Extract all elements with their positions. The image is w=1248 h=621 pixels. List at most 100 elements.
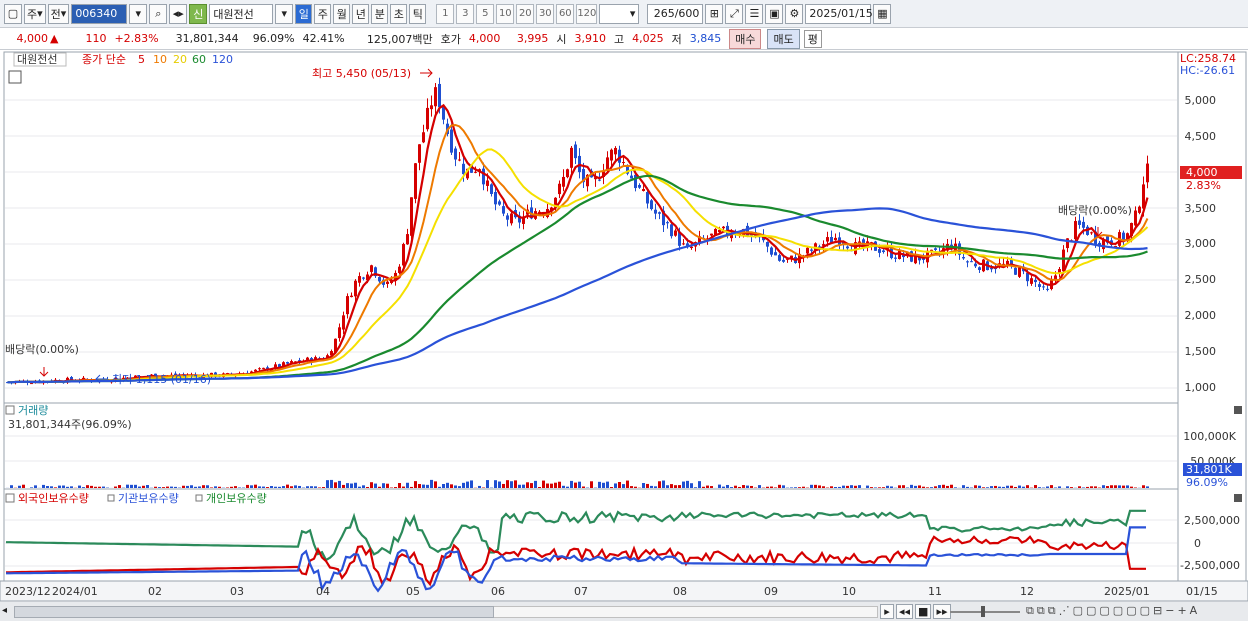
legend-toggle-icon[interactable] (195, 494, 203, 502)
buy-button[interactable]: 매수 (729, 28, 762, 49)
fast-forward-icon[interactable]: ▸▸ (933, 604, 951, 619)
stop-icon[interactable]: ■ (915, 604, 932, 619)
volume-bar (546, 483, 549, 488)
y-tick-5000: 5,000 (1185, 94, 1217, 107)
sell-button[interactable]: 매도 (767, 28, 800, 49)
count-field[interactable]: 265/600 (647, 3, 704, 24)
trade-amount: 125,007백만 (366, 32, 433, 46)
period-day[interactable]: 일 (295, 3, 313, 24)
copy-icon[interactable]: ⧉ (1037, 604, 1045, 618)
candle-body (426, 107, 429, 130)
zoom-slider[interactable] (950, 611, 1020, 613)
code-input[interactable]: 006340 (71, 3, 128, 24)
volume-bar (1046, 486, 1049, 488)
split-icon[interactable]: ⊟ (1153, 604, 1162, 618)
volume-bar (622, 484, 625, 488)
volume-summary: 31,801,344주(96.09%) (8, 418, 132, 431)
volume-bar (758, 485, 761, 488)
tool-icons: ⧉ ⧉ ⧉ ⋰ ▢ ▢ ▢ ▢ ▢ ▢ ⊟ − + A (1026, 604, 1197, 618)
mode-select[interactable]: 전 ▾ (47, 3, 70, 24)
search-icon[interactable]: ⌕ (149, 3, 168, 24)
chart-svg[interactable]: 대원전선 종가 단순 5 10 20 60 120 LC:258.74 HC:-… (0, 50, 1248, 602)
legend-toggle-icon[interactable] (107, 494, 115, 502)
window-icon[interactable]: ▢ (4, 3, 22, 24)
volume-bar (78, 485, 81, 488)
speaker-icon[interactable]: ◂▸ (169, 3, 188, 24)
period-year[interactable]: 년 (352, 3, 370, 24)
x-label-09: 09 (764, 585, 778, 598)
candle-body (1146, 163, 1149, 183)
stock-name-field[interactable]: 대원전선 (209, 3, 274, 24)
low-price: 3,845 (689, 32, 722, 45)
window-icon[interactable]: ▢ (1113, 604, 1123, 618)
crosshair-icon[interactable]: ⤢ (725, 3, 744, 24)
gear-icon[interactable]: ⚙ (785, 3, 804, 24)
custom-interval-field[interactable]: ▾ (599, 3, 640, 24)
window-icon[interactable]: ▢ (1140, 604, 1150, 618)
scroll-left-icon[interactable]: ◂ (2, 605, 12, 619)
panel-options-icon[interactable] (8, 70, 22, 84)
panel-close-icon[interactable] (1234, 406, 1242, 414)
candle-body (494, 191, 497, 205)
interval-10[interactable]: 10 (496, 3, 515, 24)
calendar-icon[interactable]: ▦ (873, 3, 892, 24)
interval-1[interactable]: 1 (436, 3, 455, 24)
volume-bar (1134, 487, 1137, 488)
date-field[interactable]: 2025/01/15 (805, 3, 873, 24)
volume-bar (1142, 485, 1145, 488)
settings-grid-icon[interactable]: ⊞ (705, 3, 724, 24)
zoom-slider-handle[interactable] (981, 606, 985, 617)
interval-3[interactable]: 3 (456, 3, 475, 24)
chart-area[interactable]: 대원전선 종가 단순 5 10 20 60 120 LC:258.74 HC:-… (0, 50, 1248, 602)
window-icon[interactable]: ▢ (1073, 604, 1083, 618)
period-tick[interactable]: 틱 (409, 3, 427, 24)
flat-button[interactable]: 평 (803, 29, 822, 48)
y-tick-1000: 1,000 (1185, 381, 1217, 394)
interval-30[interactable]: 30 (536, 3, 555, 24)
period-week[interactable]: 주 (314, 3, 332, 24)
interval-120[interactable]: 120 (576, 3, 598, 24)
panel-toggle-icon[interactable] (5, 493, 15, 503)
period-month[interactable]: 월 (333, 3, 351, 24)
period-second[interactable]: 초 (390, 3, 408, 24)
window-icon[interactable]: ▢ (1126, 604, 1136, 618)
chevron-down-icon[interactable]: ▾ (275, 3, 294, 24)
copy-icon[interactable]: ⧉ (1026, 604, 1034, 618)
interval-60[interactable]: 60 (556, 3, 575, 24)
volume-bar (770, 486, 773, 488)
interval-5[interactable]: 5 (476, 3, 495, 24)
period-minute[interactable]: 분 (371, 3, 389, 24)
volume-bar (742, 485, 745, 488)
volume-bar (174, 486, 177, 488)
chevron-down-icon[interactable]: ▾ (129, 3, 148, 24)
low-annotation: 최저 1,115 (01/16) (112, 373, 211, 386)
rewind-icon[interactable]: ◂◂ (896, 604, 914, 619)
panel-toggle-icon[interactable] (5, 405, 15, 415)
volume-bar (1034, 485, 1037, 488)
scroll-thumb[interactable] (14, 606, 494, 618)
dividend-annotation-1: 배당락(0.00%) (5, 343, 79, 356)
window-icon[interactable]: ▢ (1099, 604, 1109, 618)
volume-bar (118, 485, 121, 488)
zoom-in-icon[interactable]: + (1177, 604, 1186, 618)
zoom-out-icon[interactable]: − (1165, 604, 1174, 618)
text-size-icon[interactable]: A (1190, 604, 1198, 618)
candle-body (646, 191, 649, 204)
ma-legend-title: 종가 단순 (82, 53, 126, 66)
play-icon[interactable]: ▸ (880, 604, 894, 619)
pattern-icon[interactable]: ⋰ (1059, 604, 1070, 618)
volume-bar (210, 487, 213, 488)
candle-body (642, 189, 645, 191)
volume-bar (582, 486, 585, 488)
market-select[interactable]: 주 ▾ (24, 3, 46, 24)
candle-body (1090, 232, 1093, 234)
volume-title: 거래량 (18, 404, 48, 417)
list-icon[interactable]: ☰ (745, 3, 764, 24)
candle-body (482, 168, 485, 185)
copy-icon[interactable]: ⧉ (1048, 604, 1056, 618)
save-icon[interactable]: ▣ (765, 3, 784, 24)
window-icon[interactable]: ▢ (1086, 604, 1096, 618)
panel-close-icon[interactable] (1234, 494, 1242, 502)
interval-20[interactable]: 20 (516, 3, 535, 24)
volume-bar (570, 480, 573, 488)
